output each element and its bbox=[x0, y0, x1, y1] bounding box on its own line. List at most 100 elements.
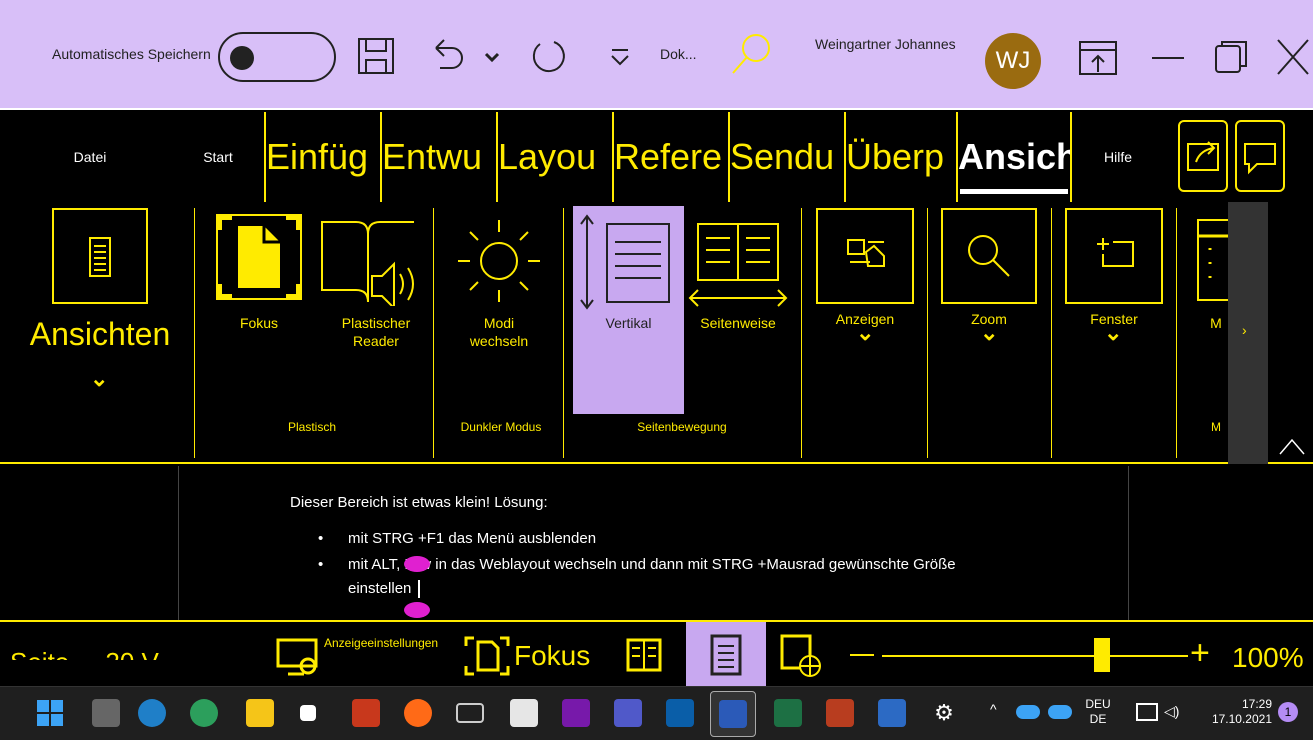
settings-icon[interactable]: ⚙ bbox=[930, 699, 958, 727]
window-button[interactable] bbox=[1065, 208, 1163, 304]
display-settings-icon[interactable] bbox=[274, 634, 322, 678]
tab-einfuegen[interactable]: Einfüg bbox=[264, 112, 380, 202]
tab-sendungen[interactable]: Sendu bbox=[728, 112, 844, 202]
redo-icon[interactable] bbox=[528, 36, 568, 76]
selection-handle-bottom[interactable] bbox=[404, 602, 430, 618]
edge-icon[interactable] bbox=[138, 699, 166, 727]
show-chevron-icon[interactable]: ⌄ bbox=[856, 320, 874, 346]
tab-layout[interactable]: Layou bbox=[496, 112, 612, 202]
side-to-side-label: Seitenweise bbox=[700, 315, 776, 331]
vertical-scroll-icon bbox=[580, 214, 670, 310]
focus-button[interactable] bbox=[216, 214, 302, 300]
read-mode-icon[interactable] bbox=[624, 636, 664, 674]
minimize-icon[interactable] bbox=[1148, 36, 1188, 76]
tab-entwurf[interactable]: Entwu bbox=[380, 112, 496, 202]
doc-paragraph: Dieser Bereich ist etwas klein! Lösung: bbox=[290, 494, 548, 511]
zoom-in-icon[interactable]: + bbox=[1190, 636, 1210, 670]
close-icon[interactable] bbox=[1272, 36, 1312, 76]
zoom-slider-track[interactable] bbox=[882, 655, 1188, 657]
undo-icon[interactable] bbox=[428, 36, 468, 76]
immersive-reader-icon[interactable] bbox=[318, 216, 422, 306]
customize-toolbar-icon[interactable] bbox=[606, 36, 634, 76]
page-info[interactable]: Seite ... 20 V bbox=[10, 642, 159, 660]
document-name[interactable]: Dok... bbox=[660, 46, 697, 62]
search-icon[interactable] bbox=[728, 30, 776, 78]
title-bar: Automatisches Speichern Dok... Weingartn… bbox=[0, 0, 1313, 110]
teams-icon[interactable] bbox=[614, 699, 642, 727]
vertical-button[interactable]: Vertikal bbox=[573, 206, 684, 414]
firefox-icon[interactable] bbox=[404, 699, 432, 727]
focus-icon bbox=[218, 216, 300, 298]
tab-ueberpruefen[interactable]: Überp bbox=[844, 112, 956, 202]
views-group-label[interactable]: Ansichten bbox=[12, 314, 188, 354]
zoom-icon bbox=[968, 235, 1010, 277]
macros-icon[interactable] bbox=[1196, 216, 1228, 306]
onedrive-icon[interactable] bbox=[1016, 705, 1040, 719]
bullet-marker: • bbox=[318, 556, 324, 573]
window-icon bbox=[1097, 238, 1134, 267]
zoom-slider-thumb[interactable] bbox=[1094, 638, 1111, 672]
divider bbox=[801, 208, 802, 458]
word-taskbar-button[interactable] bbox=[710, 691, 756, 737]
zoom-button[interactable] bbox=[941, 208, 1037, 304]
zoom-level[interactable]: 100% bbox=[1232, 642, 1304, 674]
excel-icon[interactable] bbox=[774, 699, 802, 727]
affinity-publisher-icon[interactable] bbox=[826, 699, 854, 727]
print-layout-button[interactable] bbox=[686, 622, 766, 688]
start-icon[interactable] bbox=[36, 699, 64, 727]
divider bbox=[1176, 208, 1177, 458]
comments-button[interactable] bbox=[1235, 120, 1285, 192]
mail-icon[interactable] bbox=[456, 703, 484, 723]
tab-ansicht[interactable]: Ansich bbox=[956, 112, 1072, 202]
autosave-toggle[interactable] bbox=[218, 32, 336, 82]
tab-datei[interactable]: Datei bbox=[48, 112, 132, 202]
focus-label: Fokus bbox=[239, 315, 279, 331]
focus-status-icon[interactable] bbox=[464, 636, 510, 676]
onedrive-business-icon[interactable] bbox=[1048, 705, 1072, 719]
file-explorer-icon[interactable] bbox=[246, 699, 274, 727]
document-area[interactable]: Dieser Bereich ist etwas klein! Lösung: … bbox=[0, 466, 1313, 620]
web-layout-icon[interactable] bbox=[780, 634, 824, 678]
zoom-out-icon[interactable] bbox=[848, 648, 876, 662]
text-cursor bbox=[418, 580, 420, 598]
show-hidden-icons-icon[interactable]: ^ bbox=[990, 701, 997, 717]
zoom-chevron-icon[interactable]: ⌄ bbox=[980, 320, 998, 346]
tab-start[interactable]: Start bbox=[180, 112, 256, 202]
office-icon[interactable] bbox=[352, 699, 380, 727]
clock[interactable]: 17:29 17.10.2021 bbox=[1198, 697, 1272, 727]
side-to-side-icon[interactable] bbox=[686, 220, 790, 310]
sun-icon[interactable] bbox=[454, 216, 544, 306]
focus-status-label[interactable]: Fokus bbox=[514, 640, 590, 672]
network-icon[interactable] bbox=[1136, 703, 1158, 721]
undo-dropdown-icon[interactable] bbox=[480, 36, 504, 76]
window-chevron-icon[interactable]: ⌄ bbox=[1104, 320, 1122, 346]
collapse-ribbon-icon[interactable] bbox=[1278, 436, 1306, 456]
display-settings-label[interactable]: Anzeigeeinstellungen bbox=[324, 636, 438, 650]
page-margin-right bbox=[1128, 466, 1129, 620]
show-button[interactable] bbox=[816, 208, 914, 304]
restore-icon[interactable] bbox=[1212, 36, 1252, 76]
tab-referenzen[interactable]: Refere bbox=[612, 112, 728, 202]
avatar[interactable]: WJ bbox=[985, 33, 1041, 89]
bullet-marker: • bbox=[318, 530, 324, 547]
volume-icon[interactable]: ◁) bbox=[1164, 703, 1179, 720]
onenote-icon[interactable] bbox=[562, 699, 590, 727]
share-button[interactable] bbox=[1178, 120, 1228, 192]
language-indicator[interactable]: DEU DE bbox=[1082, 697, 1114, 727]
views-group-button[interactable] bbox=[52, 208, 148, 304]
task-view-icon[interactable] bbox=[92, 699, 120, 727]
ribbon-scroll-right[interactable]: › bbox=[1228, 202, 1268, 464]
group-label-dark-mode: Dunkler Modus bbox=[460, 420, 542, 434]
sway-icon[interactable] bbox=[666, 699, 694, 727]
store-icon[interactable] bbox=[300, 705, 316, 721]
ribbon-display-icon[interactable] bbox=[1078, 38, 1118, 78]
views-chevron-icon[interactable]: ⌄ bbox=[90, 366, 108, 392]
calendar-icon[interactable] bbox=[510, 699, 538, 727]
edge-beta-icon[interactable] bbox=[190, 699, 218, 727]
tab-hilfe[interactable]: Hilfe bbox=[1076, 112, 1160, 202]
affinity-designer-icon[interactable] bbox=[878, 699, 906, 727]
divider bbox=[433, 208, 434, 458]
selection-handle-top[interactable] bbox=[404, 556, 430, 572]
notification-badge[interactable]: 1 bbox=[1278, 702, 1298, 722]
save-icon[interactable] bbox=[356, 36, 396, 76]
